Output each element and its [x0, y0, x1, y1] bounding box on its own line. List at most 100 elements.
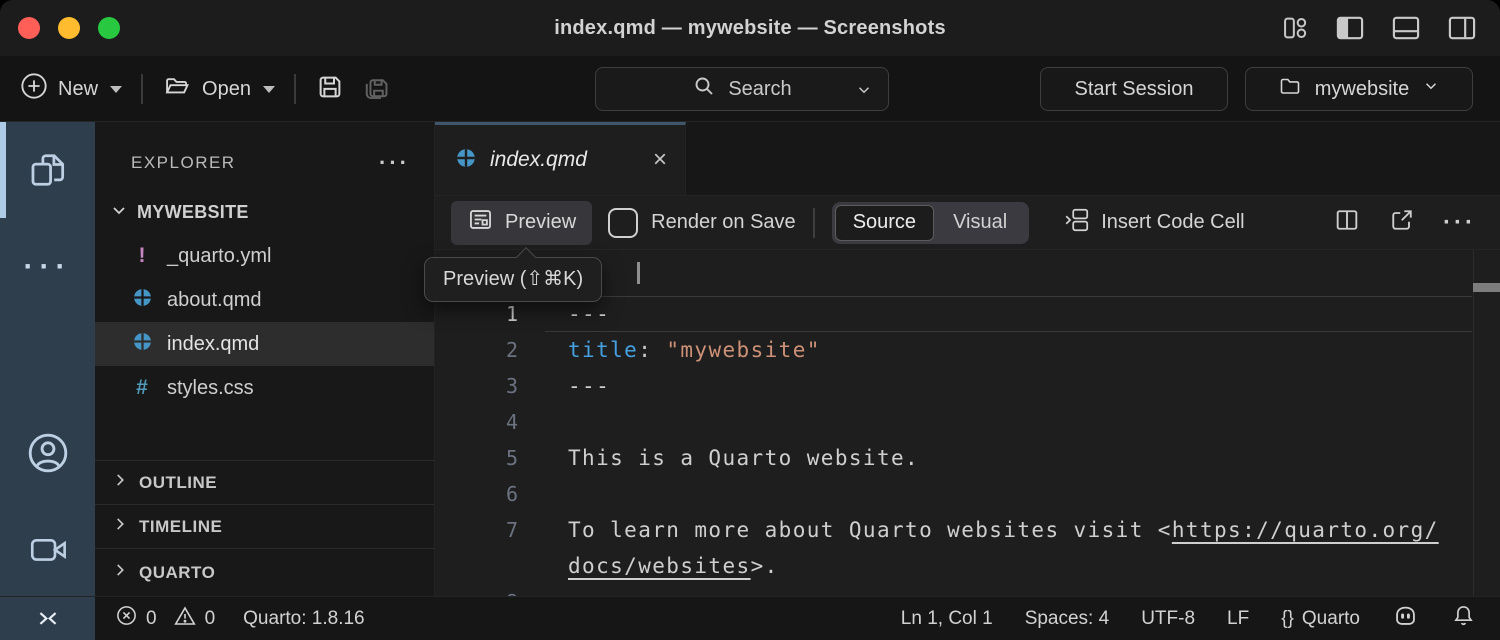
workspace-chevron-down-icon — [1421, 77, 1441, 101]
timeline-section-header[interactable]: TIMELINE — [95, 504, 434, 548]
titlebar: index.qmd — mywebsite — Screenshots — [0, 0, 1500, 56]
current-line-highlight — [545, 296, 1472, 332]
editor-more-actions-icon[interactable]: ··· — [1443, 209, 1476, 237]
toolbar-separator — [813, 208, 815, 238]
render-on-save-label: Render on Save — [651, 211, 796, 234]
code-line: 3 --- — [435, 368, 1500, 404]
file-row-about-qmd[interactable]: about.qmd — [95, 278, 434, 322]
code-line: 5 This is a Quarto website. — [435, 440, 1500, 476]
open-button[interactable]: Open — [162, 72, 275, 106]
encoding-status[interactable]: UTF-8 — [1141, 608, 1195, 630]
file-name: styles.css — [167, 377, 254, 400]
new-dropdown-caret-icon — [110, 86, 122, 93]
quarto-globe-icon — [131, 287, 153, 314]
remote-indicator[interactable] — [0, 597, 95, 640]
top-action-bar: New Open — [0, 56, 1500, 122]
scrollbar-thumb[interactable] — [1473, 283, 1500, 292]
timeline-label: TIMELINE — [139, 517, 222, 537]
additional-views-icon[interactable]: ··· — [0, 250, 95, 284]
close-window-button[interactable] — [18, 17, 40, 39]
chevron-right-icon — [109, 559, 131, 586]
folder-icon — [1277, 74, 1303, 104]
search-input[interactable]: Search — [595, 67, 889, 111]
insert-code-cell-icon — [1063, 206, 1091, 240]
source-mode-button[interactable]: Source — [835, 205, 934, 241]
preview-layout-icon — [467, 206, 494, 239]
file-name: _quarto.yml — [167, 245, 272, 268]
vertical-scrollbar[interactable] — [1473, 250, 1500, 596]
url-link[interactable]: docs/websites — [568, 554, 751, 578]
toggle-left-panel-icon[interactable] — [1334, 14, 1366, 42]
chevron-down-icon — [107, 198, 131, 227]
file-row-quarto-yml[interactable]: ! _quarto.yml — [95, 234, 434, 278]
traffic-lights — [18, 17, 120, 39]
file-row-index-qmd[interactable]: index.qmd — [95, 322, 434, 366]
workspace-switcher-button[interactable]: mywebsite — [1245, 67, 1473, 111]
toggle-bottom-panel-icon[interactable] — [1390, 14, 1422, 42]
render-on-save-checkbox[interactable] — [608, 208, 638, 238]
customize-layout-icon[interactable] — [1280, 14, 1310, 42]
visual-mode-button[interactable]: Visual — [934, 211, 1026, 234]
file-name: index.qmd — [167, 333, 259, 356]
file-row-styles-css[interactable]: # styles.css — [95, 366, 434, 410]
split-editor-icon[interactable] — [1333, 206, 1361, 240]
chevron-right-icon — [109, 469, 131, 496]
insert-code-cell-button[interactable]: Insert Code Cell — [1063, 206, 1244, 240]
tab-strip: index.qmd × — [435, 122, 1500, 196]
copilot-icon[interactable] — [1392, 602, 1419, 635]
url-link[interactable]: https://quarto.org/ — [1172, 518, 1439, 542]
quarto-section-header[interactable]: QUARTO — [95, 548, 434, 596]
tab-title: index.qmd — [490, 148, 587, 172]
tab-close-icon[interactable]: × — [653, 148, 667, 172]
minimize-window-button[interactable] — [58, 17, 80, 39]
language-mode-status[interactable]: {} Quarto — [1281, 608, 1360, 630]
code-editor[interactable]: 1 --- 2 title: "mywebsite" 3 --- 4 — [435, 250, 1500, 596]
zoom-window-button[interactable] — [98, 17, 120, 39]
preview-button[interactable]: Preview — [451, 201, 592, 245]
start-session-button[interactable]: Start Session — [1040, 67, 1228, 111]
code-line-wrap: docs/websites>. — [435, 548, 1500, 584]
workspace-section-label: MYWEBSITE — [137, 202, 249, 223]
screenshot-camera-icon[interactable] — [0, 528, 95, 570]
workspace-section-header[interactable]: MYWEBSITE — [95, 190, 434, 234]
workspace-label: mywebsite — [1315, 78, 1409, 101]
open-external-icon[interactable] — [1388, 206, 1416, 240]
notifications-bell-icon[interactable] — [1451, 603, 1476, 634]
eol-status[interactable]: LF — [1227, 608, 1249, 630]
explorer-sidebar: EXPLORER ··· MYWEBSITE ! _quarto.yml abo… — [95, 122, 435, 596]
save-icon[interactable] — [315, 72, 345, 107]
code-line: 4 — [435, 404, 1500, 440]
app-window: index.qmd — mywebsite — Screenshots — [0, 0, 1500, 640]
code-line: 8 — [435, 584, 1500, 596]
quarto-version-status[interactable]: Quarto: 1.8.16 — [243, 608, 364, 630]
code-line: 6 — [435, 476, 1500, 512]
new-button[interactable]: New — [20, 72, 122, 106]
toggle-right-panel-icon[interactable] — [1446, 14, 1478, 42]
indentation-status[interactable]: Spaces: 4 — [1025, 608, 1110, 630]
search-chevron-down-icon[interactable] — [854, 81, 874, 105]
status-bar: 0 0 Quarto: 1.8.16 Ln 1, Col 1 Spaces: 4… — [0, 596, 1500, 640]
toolbar-separator — [141, 74, 143, 104]
quarto-label: QUARTO — [139, 563, 215, 583]
editor-toolbar: Preview Render on Save Source Visual — [435, 196, 1500, 250]
error-icon — [115, 604, 138, 633]
tab-index-qmd[interactable]: index.qmd × — [435, 122, 686, 195]
warning-count: 0 — [205, 608, 216, 630]
text-cursor — [637, 262, 640, 284]
open-dropdown-caret-icon — [263, 86, 275, 93]
editor-group: index.qmd × Preview Render o — [435, 122, 1500, 596]
save-all-icon[interactable] — [360, 72, 392, 107]
start-session-label: Start Session — [1075, 78, 1194, 101]
search-icon — [692, 74, 716, 104]
cursor-position-status[interactable]: Ln 1, Col 1 — [901, 608, 993, 630]
open-button-label: Open — [202, 78, 251, 101]
quarto-globe-icon — [131, 331, 153, 358]
warning-icon — [173, 604, 197, 634]
explorer-more-actions-icon[interactable]: ··· — [379, 150, 410, 176]
account-icon[interactable] — [0, 430, 95, 476]
problems-status[interactable]: 0 0 — [115, 604, 215, 634]
braces-icon: {} — [1281, 608, 1294, 630]
outline-section-header[interactable]: OUTLINE — [95, 460, 434, 504]
outline-label: OUTLINE — [139, 473, 217, 493]
explorer-view-icon[interactable] — [0, 148, 95, 192]
